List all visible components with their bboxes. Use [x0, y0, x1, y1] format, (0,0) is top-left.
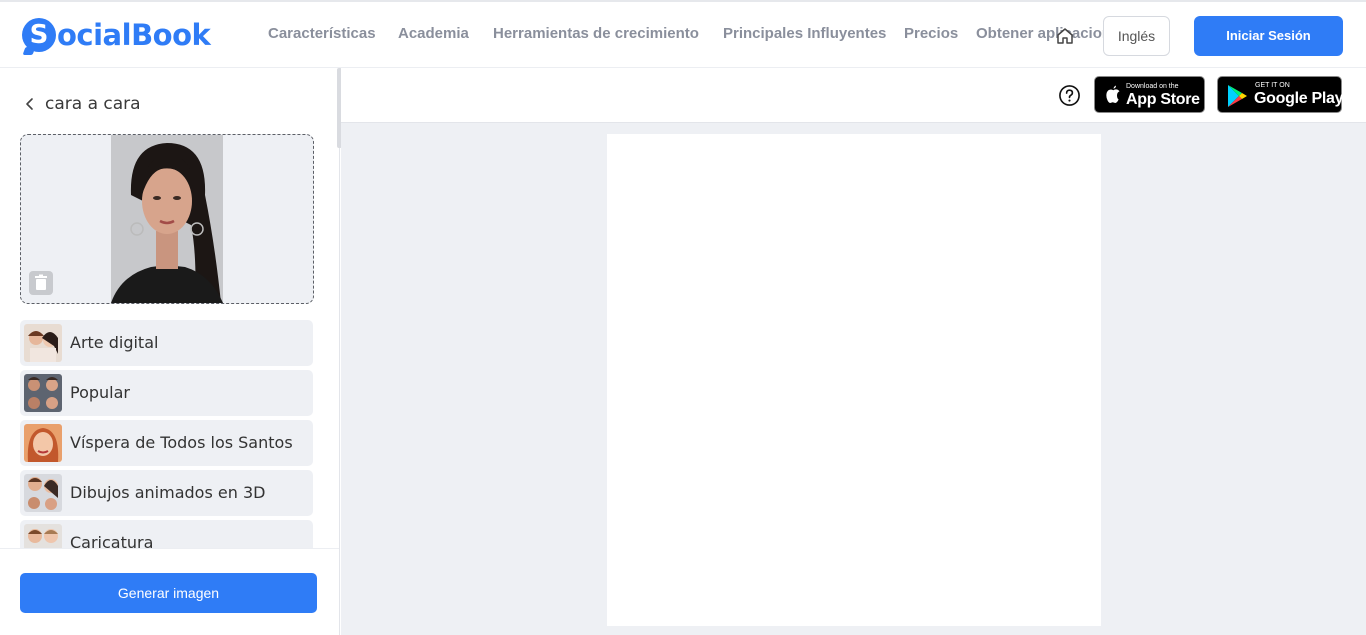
- back-label: cara a cara: [45, 94, 141, 114]
- style-label: Dibujos animados en 3D: [70, 483, 266, 502]
- style-item-halloween[interactable]: Víspera de Todos los Santos: [20, 420, 313, 466]
- language-button[interactable]: Inglés: [1103, 16, 1170, 56]
- help-icon[interactable]: [1058, 84, 1081, 107]
- back-button[interactable]: cara a cara: [22, 94, 141, 114]
- nav-influyentes[interactable]: Principales Influyentes: [723, 25, 886, 42]
- style-thumbnail: [24, 524, 62, 548]
- google-play-icon: [1228, 85, 1247, 107]
- generate-image-button[interactable]: Generar imagen: [20, 573, 317, 613]
- style-item-3d-cartoon[interactable]: Dibujos animados en 3D: [20, 470, 313, 516]
- delete-image-button[interactable]: [29, 271, 53, 295]
- left-panel: cara a cara Arte digital Popular Víspera…: [0, 68, 340, 635]
- main-topbar: Download on the App Store GET IT ON Goog…: [341, 68, 1366, 123]
- style-label: Caricatura: [70, 533, 154, 548]
- style-list: Arte digital Popular Víspera de Todos lo…: [20, 320, 314, 548]
- style-thumbnail: [24, 424, 62, 462]
- style-item-caricatura[interactable]: Caricatura: [20, 520, 313, 548]
- style-item-arte-digital[interactable]: Arte digital: [20, 320, 313, 366]
- chevron-left-icon: [26, 98, 33, 110]
- main-canvas-area: Download on the App Store GET IT ON Goog…: [341, 68, 1366, 635]
- google-play-badge[interactable]: GET IT ON Google Play: [1217, 76, 1343, 113]
- apple-icon: [1106, 85, 1120, 103]
- nav-academia[interactable]: Academia: [398, 25, 469, 42]
- trash-icon: [35, 274, 47, 290]
- style-thumbnail: [24, 324, 62, 362]
- app-store-badge[interactable]: Download on the App Store: [1094, 76, 1205, 113]
- nav-precios[interactable]: Precios: [904, 25, 958, 42]
- face-upload-area[interactable]: [20, 134, 314, 304]
- home-icon[interactable]: [1055, 26, 1075, 46]
- style-item-popular[interactable]: Popular: [20, 370, 313, 416]
- style-label: Arte digital: [70, 333, 159, 352]
- result-canvas: [607, 134, 1101, 626]
- uploaded-face-image: [111, 135, 223, 303]
- style-thumbnail: [24, 474, 62, 512]
- sidebar-footer: Generar imagen: [0, 548, 339, 635]
- style-label: Víspera de Todos los Santos: [70, 433, 293, 452]
- nav-caracteristicas[interactable]: Características: [268, 25, 376, 42]
- style-thumbnail: [24, 374, 62, 412]
- top-header: S ocialBook Características Academia Her…: [0, 0, 1366, 68]
- login-button[interactable]: Iniciar Sesión: [1194, 16, 1343, 56]
- style-label: Popular: [70, 383, 130, 402]
- nav-herramientas[interactable]: Herramientas de crecimiento: [493, 25, 699, 42]
